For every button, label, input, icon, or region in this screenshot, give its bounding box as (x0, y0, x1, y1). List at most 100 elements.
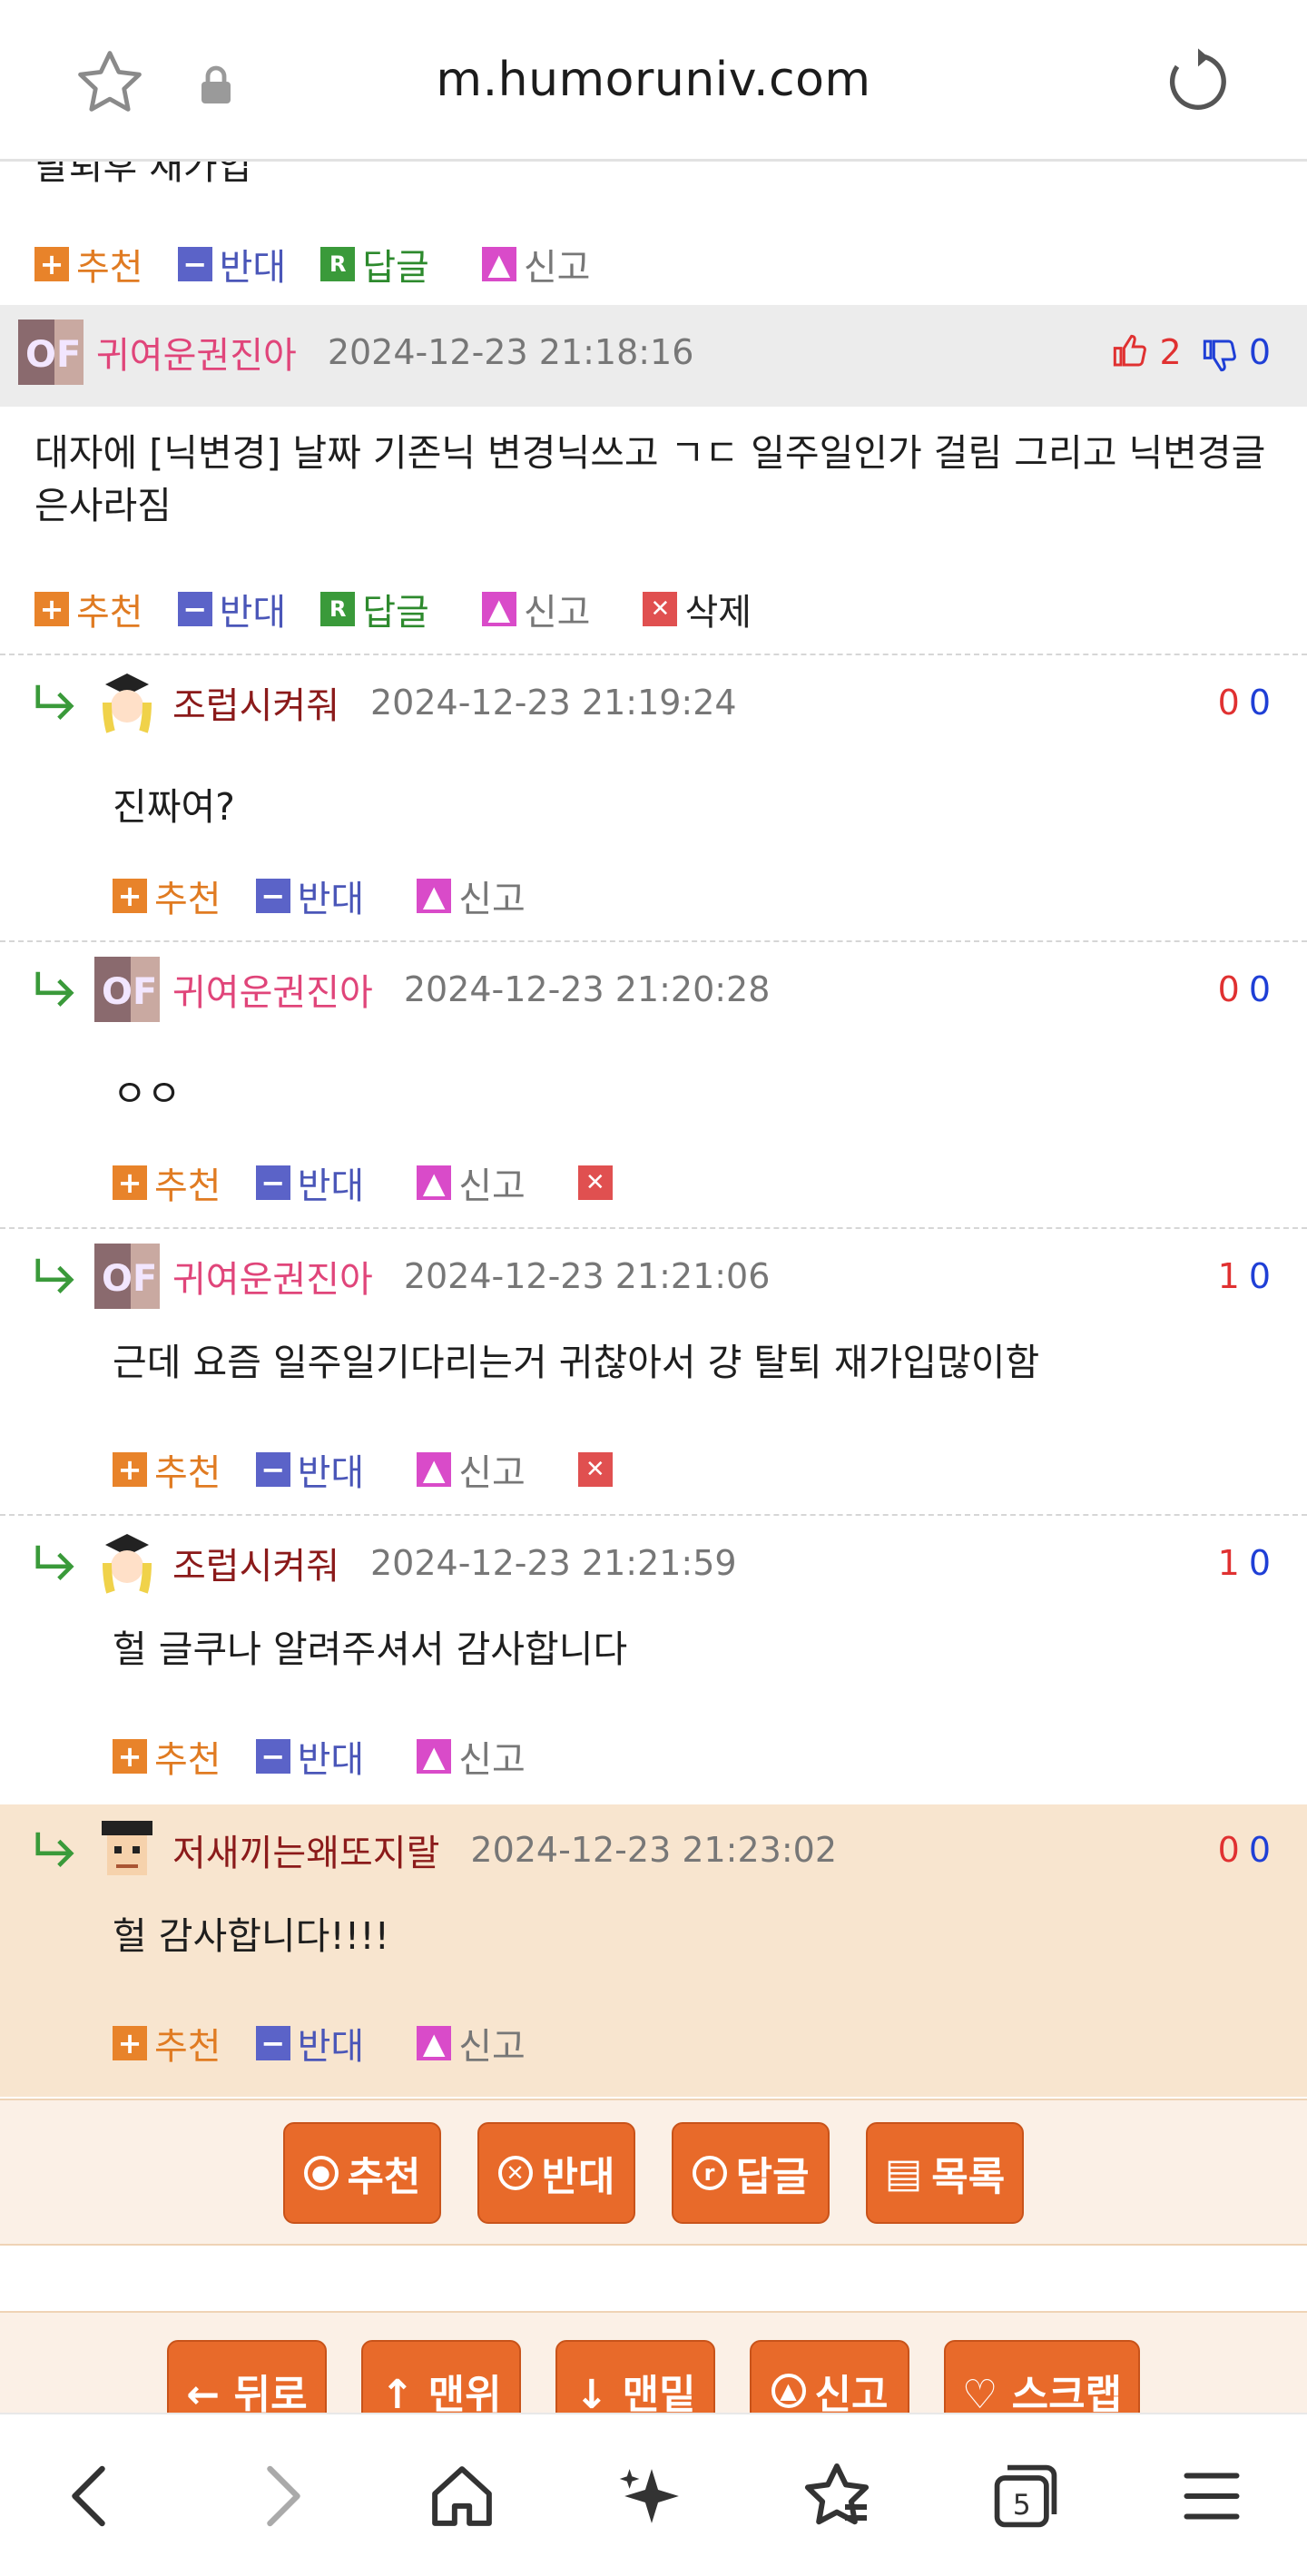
report-post-button[interactable]: ▲ 신고 (750, 2340, 909, 2413)
recommend-button[interactable]: + 추천 (113, 1443, 221, 1496)
reply-text: ㅇㅇ (113, 1072, 182, 1116)
minus-icon: − (255, 1165, 290, 1200)
oppose-button[interactable]: − 반대 (255, 2017, 364, 2070)
plus-icon: + (113, 1165, 147, 1200)
back-arrow-icon[interactable] (64, 2462, 118, 2531)
recommend-button[interactable]: + 추천 (34, 238, 143, 290)
oppose-button[interactable]: − 반대 (177, 238, 286, 290)
comment-date: 2024-12-23 21:21:59 (370, 1543, 737, 1583)
svg-text:OF: OF (102, 971, 157, 1013)
thumbs-down-icon[interactable] (1202, 337, 1238, 373)
oppose-button[interactable]: − 반대 (255, 1443, 364, 1496)
comment-actions: + 추천 − 반대 R 답글 ▲ 신고 ✕ 삭제 (34, 583, 786, 635)
divider (0, 1227, 1307, 1229)
report-button[interactable]: ▲ 신고 (481, 238, 590, 290)
commenter-nick[interactable]: 귀여운권진아 (96, 326, 297, 379)
report-button[interactable]: ▲ 신고 (417, 1730, 526, 1783)
comment-area: 탈퇴후 재가입 + 추천 − 반대 R 답글 ▲ 신고 OF 귀여운권진아 2024-1… (0, 162, 1307, 2413)
reply-actions: + 추천 − 반대 ▲ 신고 ✕ (113, 1443, 654, 1496)
siren-icon: ▲ (417, 1165, 452, 1200)
article-list-button[interactable]: ▤ 목록 (866, 2122, 1024, 2224)
list-icon: ▤ (884, 2149, 923, 2197)
siren-icon: ▲ (771, 2374, 806, 2408)
report-button[interactable]: ▲ 신고 (417, 870, 526, 922)
divider (0, 1514, 1307, 1516)
reply-text: 헐 감사합니다!!!! (113, 1914, 390, 1958)
comment-score: 00 (1217, 683, 1271, 723)
recommend-button[interactable]: + 추천 (34, 583, 143, 635)
recommend-button[interactable]: + 추천 (113, 870, 221, 922)
comment-date: 2024-12-23 21:23:02 (470, 1830, 837, 1870)
delete-button[interactable]: ✕ (577, 1165, 620, 1200)
close-icon: ✕ (577, 1165, 613, 1200)
delete-button[interactable]: ✕ 삭제 (643, 583, 752, 635)
divider (0, 940, 1307, 942)
recommend-button[interactable]: + 추천 (113, 1730, 221, 1783)
reply-actions: + 추천 − 반대 ▲ 신고 (113, 2017, 560, 2070)
minus-icon: − (255, 1452, 290, 1487)
commenter-nick[interactable]: 조럽시켜줘 (172, 676, 339, 729)
reload-icon[interactable] (1162, 45, 1234, 118)
commenter-nick[interactable]: 귀여운권진아 (172, 1250, 373, 1303)
commenter-nick[interactable]: 귀여운권진아 (172, 963, 373, 1016)
reply-header: OF 귀여운권진아 2024-12-23 21:21:06 10 (0, 1244, 1307, 1309)
reply-arrow-icon (35, 1832, 74, 1867)
reply-button[interactable]: R 답글 (320, 583, 429, 635)
siren-icon: ▲ (417, 2026, 452, 2060)
oppose-button[interactable]: − 반대 (255, 1730, 364, 1783)
sparkle-icon[interactable] (617, 2462, 686, 2531)
plus-icon: + (113, 1739, 147, 1774)
scrap-button[interactable]: ♡ 스크랩 (944, 2340, 1140, 2413)
bookmarks-icon[interactable] (799, 2458, 875, 2534)
avatar: OF (94, 957, 160, 1022)
oppose-button[interactable]: − 반대 (255, 1156, 364, 1209)
recommend-button[interactable]: + 추천 (113, 2017, 221, 2070)
commenter-nick[interactable]: 저새끼는왜또지랄 (172, 1824, 439, 1876)
reply-header: 조럽시켜줘 2024-12-23 21:21:59 10 (0, 1530, 1307, 1596)
plus-icon: + (34, 247, 69, 281)
forward-arrow-icon[interactable] (254, 2462, 309, 2531)
commenter-nick[interactable]: 조럽시켜줘 (172, 1537, 339, 1589)
comment-text: 대자에 [닉변경] 날짜 기존닉 변경닉쓰고 ㄱㄷ 일주일인가 걸림 그리고 닉… (34, 431, 1266, 527)
avatar (94, 670, 160, 735)
thumbs-up-icon[interactable] (1112, 333, 1148, 369)
report-button[interactable]: ▲ 신고 (417, 2017, 526, 2070)
reply-button[interactable]: R 답글 (320, 238, 429, 290)
comment-score: 00 (1217, 1830, 1271, 1870)
avatar: OF (18, 320, 84, 385)
comment-date: 2024-12-23 21:20:28 (403, 969, 771, 1009)
reply-arrow-icon (35, 1258, 74, 1293)
reply-icon: R (320, 592, 356, 626)
menu-icon[interactable] (1180, 2462, 1243, 2531)
recommend-button[interactable]: + 추천 (113, 1156, 221, 1209)
reply-actions: + 추천 − 반대 ▲ 신고 ✕ (113, 1156, 654, 1209)
report-button[interactable]: ▲ 신고 (417, 1443, 526, 1496)
comment-date: 2024-12-23 21:19:24 (370, 683, 737, 723)
report-button[interactable]: ▲ 신고 (417, 1156, 526, 1209)
oppose-button[interactable]: − 반대 (177, 583, 286, 635)
delete-button[interactable]: ✕ (577, 1452, 620, 1487)
article-oppose-button[interactable]: ✕ 반대 (477, 2122, 635, 2224)
scroll-bottom-button[interactable]: ↓ 맨밑 (555, 2340, 715, 2413)
article-recommend-button[interactable]: ● 추천 (283, 2122, 441, 2224)
tabs-icon[interactable]: 5 (989, 2460, 1062, 2532)
plus-icon: + (113, 879, 147, 913)
reply-text: 진짜여? (113, 785, 235, 829)
partial-comment-text: 탈퇴후 재가입 (34, 162, 252, 188)
url-bar[interactable]: m.humoruniv.com (0, 53, 1307, 107)
article-reply-button[interactable]: r 답글 (672, 2122, 830, 2224)
scroll-top-button[interactable]: ↑ 맨위 (361, 2340, 521, 2413)
reply-arrow-icon (35, 684, 74, 720)
reply-header: OF 귀여운권진아 2024-12-23 21:20:28 00 (0, 957, 1307, 1022)
minus-icon: − (255, 879, 290, 913)
home-icon[interactable] (427, 2462, 497, 2531)
siren-icon: ▲ (481, 592, 516, 626)
report-button[interactable]: ▲ 신고 (481, 583, 590, 635)
back-button[interactable]: ← 뒤로 (167, 2340, 327, 2413)
comment-score: 00 (1217, 969, 1271, 1009)
oppose-button[interactable]: − 반대 (255, 870, 364, 922)
close-icon: ✕ (577, 1452, 613, 1487)
plus-icon: + (113, 1452, 147, 1487)
close-icon: ✕ (643, 592, 678, 626)
svg-text:OF: OF (102, 1258, 157, 1300)
